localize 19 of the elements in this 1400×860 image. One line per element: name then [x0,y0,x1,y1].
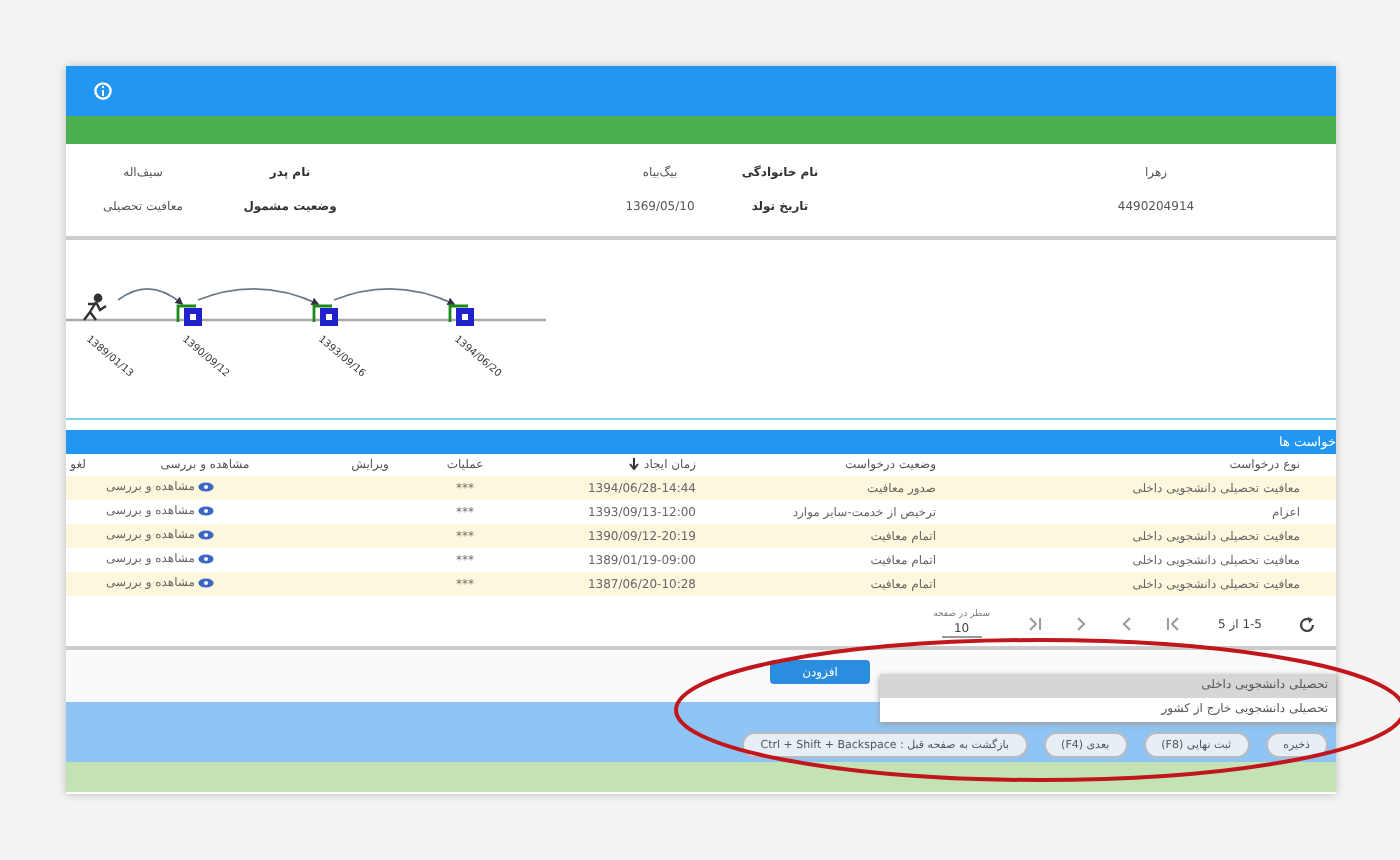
sort-arrow-icon [628,458,641,471]
refresh-icon [1298,615,1316,633]
eye-icon [198,554,215,564]
event-marker-icon [312,304,338,326]
eye-icon [198,482,215,492]
previous-page-button[interactable] [1117,616,1136,632]
eye-icon [198,578,215,588]
eye-icon [198,530,215,540]
running-person-icon [82,293,108,322]
next-page-button[interactable] [1071,616,1090,632]
event-marker-icon [448,304,474,326]
last-page-button[interactable] [1025,616,1044,632]
arc-arrow [117,288,184,305]
arc-arrow [197,288,320,306]
event-marker-icon [176,304,202,326]
first-page-button[interactable] [1163,616,1182,632]
eye-icon [198,506,215,516]
arc-arrow [333,288,456,306]
info-button[interactable] [94,81,114,101]
